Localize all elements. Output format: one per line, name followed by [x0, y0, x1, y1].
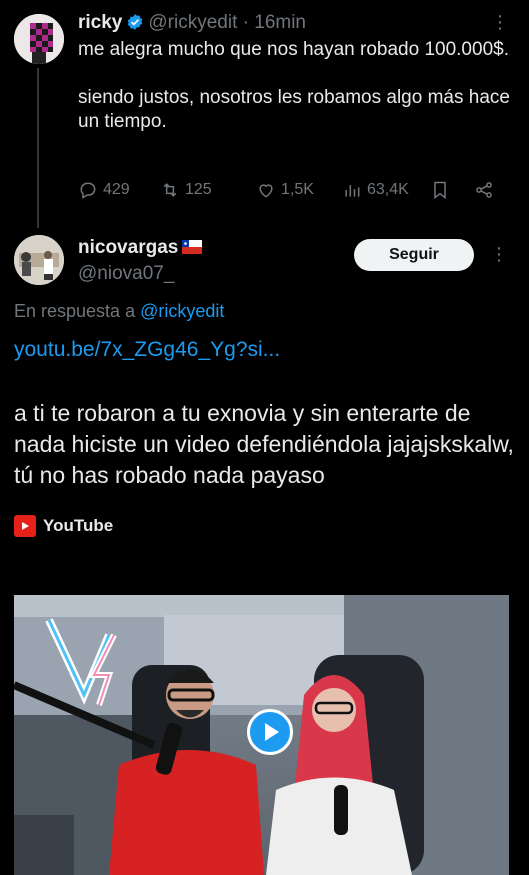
reply-context: En respuesta a @rickyedit	[14, 300, 224, 322]
display-name-text[interactable]: nicovargas	[78, 237, 178, 258]
display-name[interactable]: ricky	[78, 12, 122, 33]
follow-button[interactable]: Seguir	[354, 239, 474, 271]
display-name: nicovargas	[78, 236, 203, 260]
tweet-text: a ti te robaron a tu exnovia y sin enter…	[14, 400, 514, 488]
reply-icon	[80, 182, 96, 199]
play-button[interactable]	[247, 709, 293, 755]
handle[interactable]: @rickyedit	[148, 12, 237, 33]
repost-button[interactable]: 125	[160, 180, 212, 200]
tweet-text-line: me alegra mucho que nos hayan robado 100…	[78, 39, 509, 60]
reply-count: 429	[103, 181, 130, 198]
view-count: 63,4K	[367, 181, 409, 198]
avatar[interactable]	[14, 14, 64, 64]
card-source-label: YouTube	[43, 516, 114, 535]
views-chart-icon	[345, 185, 360, 197]
action-bar: 429 125 1,5K 63,4K	[78, 180, 498, 206]
reply-button[interactable]: 429	[78, 180, 130, 200]
bookmark-button[interactable]	[430, 180, 450, 200]
heart-icon	[259, 184, 273, 198]
reply-handle-link[interactable]: @rickyedit	[140, 301, 224, 321]
url-link[interactable]: youtu.be/7x_ZGg46_Yg?si...	[14, 337, 280, 363]
timestamp[interactable]: · 16min	[243, 12, 306, 33]
handle[interactable]: @niova07_	[78, 262, 174, 286]
play-icon	[265, 723, 279, 741]
bookmark-icon	[434, 181, 446, 199]
thread-line	[37, 68, 39, 228]
repost-icon	[163, 183, 177, 197]
tweet-text: me alegra mucho que nos hayan robado 100…	[78, 38, 518, 134]
repost-count: 125	[185, 181, 212, 198]
share-icon	[476, 182, 492, 198]
tweet-text-line: siendo justos, nosotros les robamos algo…	[78, 87, 510, 132]
more-options-icon[interactable]: ⋮	[491, 12, 509, 33]
share-button[interactable]	[474, 180, 494, 200]
youtube-logo-icon	[14, 515, 36, 537]
tweet-header: ricky @rickyedit · 16min	[78, 11, 306, 35]
avatar[interactable]	[14, 235, 64, 285]
card-source: YouTube	[14, 515, 113, 537]
verified-badge-icon	[128, 14, 143, 30]
more-options-icon[interactable]: ⋮	[490, 244, 508, 265]
views-button[interactable]: 63,4K	[342, 180, 409, 200]
like-button[interactable]: 1,5K	[256, 180, 314, 200]
reply-prefix: En respuesta a	[14, 301, 141, 321]
chile-flag-icon	[182, 240, 203, 254]
like-count: 1,5K	[281, 181, 314, 198]
video-thumbnail[interactable]	[14, 595, 509, 875]
